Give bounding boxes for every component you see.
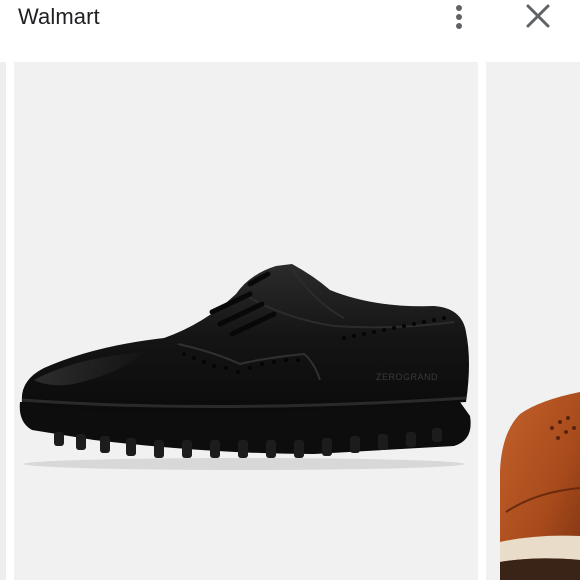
- next-product-image[interactable]: [486, 62, 580, 580]
- source-title: Walmart: [18, 4, 100, 29]
- close-button[interactable]: [520, 0, 556, 34]
- shoe-brand-text: ZEROGRAND: [376, 372, 438, 382]
- more-options-button[interactable]: [444, 0, 474, 34]
- top-bar: Walmart: [0, 0, 580, 58]
- previous-image-peek[interactable]: [0, 62, 6, 580]
- black-wingtip-oxford-shoe-image: ZEROGRAND: [19, 264, 471, 470]
- tan-wingtip-shoe-image: [500, 392, 580, 580]
- main-product-image[interactable]: ZEROGRAND: [14, 62, 478, 580]
- close-icon: [526, 4, 550, 28]
